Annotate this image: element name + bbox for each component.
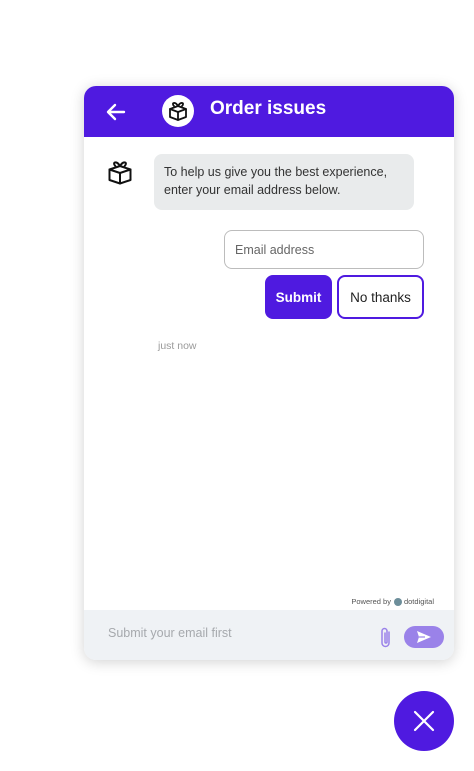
message-input[interactable] (98, 618, 388, 648)
paperclip-icon (381, 627, 390, 648)
dotdigital-logo-icon (393, 597, 402, 606)
arrow-left-icon (106, 103, 126, 121)
header-avatar (162, 95, 194, 127)
message-timestamp: just now (158, 340, 197, 352)
close-chat-button[interactable] (394, 691, 454, 751)
no-thanks-button[interactable]: No thanks (337, 275, 424, 319)
send-button[interactable] (404, 626, 444, 648)
back-button[interactable] (104, 100, 128, 124)
chat-header: Order issues (84, 86, 454, 137)
email-field[interactable] (224, 230, 424, 269)
powered-by[interactable]: Powered by dotdigital (351, 597, 434, 606)
gift-box-icon (169, 102, 187, 121)
attach-button[interactable] (378, 626, 394, 650)
send-icon (417, 631, 431, 643)
submit-button[interactable]: Submit (265, 275, 332, 319)
gift-box-icon (108, 161, 132, 185)
composer (84, 610, 454, 660)
chat-widget: Order issues To help us give you the bes… (84, 86, 454, 660)
powered-by-label: Powered by (351, 597, 391, 606)
chat-title: Order issues (210, 98, 327, 119)
bot-message: To help us give you the best experience,… (154, 154, 414, 210)
bot-avatar (105, 159, 135, 187)
close-icon (413, 710, 435, 732)
brand-name: dotdigital (403, 597, 434, 606)
